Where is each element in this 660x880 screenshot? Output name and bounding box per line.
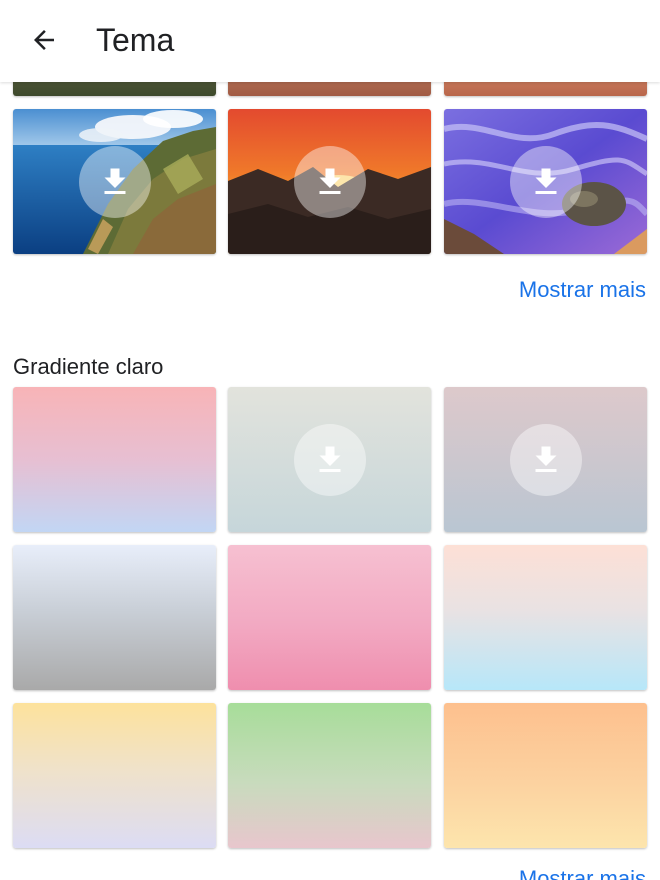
gradient-tile-ice-grey[interactable] [13, 545, 216, 690]
download-icon [293, 145, 366, 218]
show-more-photos-button[interactable]: Mostrar mais [519, 277, 646, 303]
download-icon [78, 145, 151, 218]
back-button[interactable] [20, 18, 68, 62]
section-title-gradiente-claro: Gradiente claro [13, 354, 164, 379]
theme-screen: Mostrar mais Gradiente claro Mostrar mai… [0, 0, 660, 880]
arrow-back-icon [34, 30, 54, 50]
gradient-tile-pink-lilac[interactable] [13, 387, 216, 532]
app-bar: Tema [0, 0, 660, 82]
gradient-tile-mauve-slate[interactable] [444, 387, 647, 532]
download-icon [509, 423, 582, 496]
theme-tile-purple-river[interactable] [444, 109, 647, 254]
theme-tile-mountain-sunset[interactable] [228, 109, 431, 254]
download-icon [293, 423, 366, 496]
gradient-tile-apricot[interactable] [444, 703, 647, 848]
gradient-tile-peach-sky[interactable] [444, 545, 647, 690]
gradient-tile-grey-sage[interactable] [228, 387, 431, 532]
page-title: Tema [96, 22, 175, 58]
gradient-tile-mint-rose[interactable] [228, 703, 431, 848]
gradient-tile-pink[interactable] [228, 545, 431, 690]
show-more-gradients-button[interactable]: Mostrar mais [519, 866, 646, 880]
theme-content[interactable]: Mostrar mais Gradiente claro Mostrar mai… [0, 0, 660, 880]
download-icon [509, 145, 582, 218]
gradient-tile-lemon-lavender[interactable] [13, 703, 216, 848]
theme-tile-coastal-cliffs[interactable] [13, 109, 216, 254]
